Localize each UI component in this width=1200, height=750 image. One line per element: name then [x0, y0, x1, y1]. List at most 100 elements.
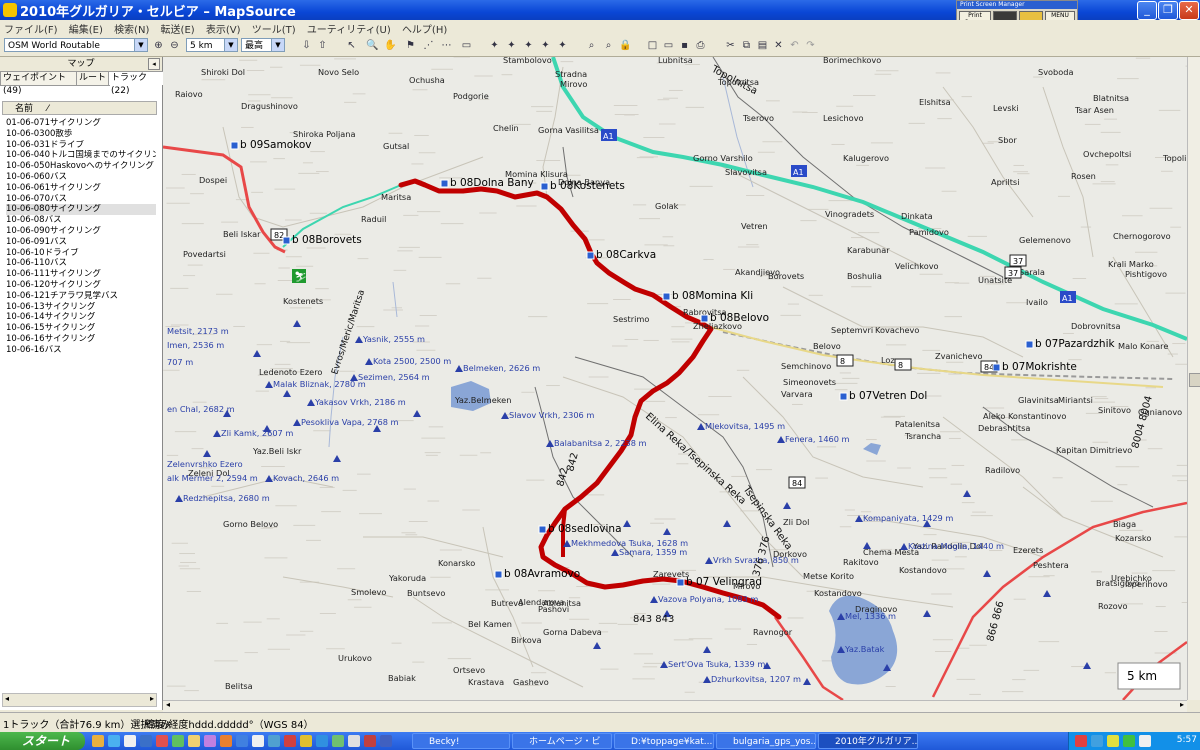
column-header-name[interactable]: 名前 ⁄	[2, 101, 157, 115]
menu-transfer[interactable]: 転送(E)	[157, 20, 199, 36]
tab-tracks[interactable]: トラック(22)	[108, 71, 164, 96]
quicklaunch-icon[interactable]	[124, 735, 136, 747]
track-list-item[interactable]: 10-06-080サイクリング	[6, 204, 156, 216]
track-list-item[interactable]: 10-06-090サイクリング	[6, 226, 156, 237]
track-list-item[interactable]: 10-06-070バス	[6, 194, 156, 205]
collapse-panel-icon[interactable]: ◂	[148, 58, 160, 70]
quicklaunch-icon[interactable]	[300, 735, 312, 747]
quicklaunch-icon[interactable]	[332, 735, 344, 747]
menu-tools[interactable]: ツール(T)	[248, 20, 300, 36]
quicklaunch-icon[interactable]	[252, 735, 264, 747]
track-list-item[interactable]: 10-06-040トルコ国境までのサイクリング	[6, 150, 156, 161]
waypoint-flag-icon[interactable]	[992, 363, 1001, 372]
lock-icon[interactable]: 🔒	[619, 39, 632, 52]
detail-select[interactable]: 最高 ▼	[241, 38, 285, 52]
quicklaunch-icon[interactable]	[204, 735, 216, 747]
quicklaunch-icon[interactable]	[220, 735, 232, 747]
task-homepage[interactable]: ホームページ・ビ	[512, 733, 612, 749]
menu-view[interactable]: 表示(V)	[202, 20, 245, 36]
close-button[interactable]: ✕	[1179, 1, 1199, 20]
paste-icon[interactable]: ▤	[756, 39, 769, 52]
map-view[interactable]: ⛷ Shiroki Dol Novo Selo Stambolovo Lubnitsa…	[163, 57, 1187, 700]
tab-waypoints[interactable]: ウェイポイント (49)	[0, 71, 78, 96]
tray-icon[interactable]	[1107, 735, 1119, 747]
menu-utility[interactable]: ユーティリティ(U)	[303, 20, 395, 36]
track-list-item[interactable]: 10-06-050Haskovoへのサイクリング	[6, 161, 156, 172]
track-list-item[interactable]: 10-06-10ドライブ	[6, 248, 156, 259]
track-list-item[interactable]: 10-06-091バス	[6, 237, 156, 248]
quicklaunch-icon[interactable]	[92, 735, 104, 747]
waypoint-flag-icon[interactable]	[839, 392, 848, 401]
quicklaunch-icon[interactable]	[108, 735, 120, 747]
menu-file[interactable]: ファイル(F)	[0, 20, 62, 36]
menu-help[interactable]: ヘルプ(H)	[398, 20, 451, 36]
copy-icon[interactable]: ⧉	[740, 39, 753, 52]
task-bulgaria-gps[interactable]: bulgaria_gps_yos...	[716, 733, 816, 749]
waypoint-flag-icon[interactable]	[230, 141, 239, 150]
open-icon[interactable]: ▭	[662, 39, 675, 52]
print-icon[interactable]: ⎙	[694, 39, 707, 52]
quicklaunch-icon[interactable]	[348, 735, 360, 747]
delete-icon[interactable]: ✕	[772, 39, 785, 52]
map-tool-2-icon[interactable]: ✦	[505, 39, 518, 52]
track-list-item[interactable]: 10-06-110バス	[6, 258, 156, 269]
track-list-item[interactable]: 10-06-14サイクリング	[6, 312, 156, 323]
menu-find[interactable]: 検索(N)	[110, 20, 153, 36]
waypoint-flag-icon[interactable]	[494, 570, 503, 579]
tab-routes[interactable]: ルート	[76, 71, 110, 86]
speaker-icon[interactable]	[1139, 735, 1151, 747]
task-mapsource[interactable]: 2010年グルガリア...	[818, 733, 918, 749]
route-tool-icon[interactable]: ⋰	[422, 39, 435, 52]
map-tool-5-icon[interactable]: ✦	[556, 39, 569, 52]
track-list-item[interactable]: 10-06-16サイクリング	[6, 334, 156, 345]
map-tab[interactable]: マップ	[0, 57, 162, 71]
zoom-out-icon[interactable]: ⊖	[168, 39, 181, 52]
map-tool-4-icon[interactable]: ✦	[539, 39, 552, 52]
track-list-item[interactable]: 10-06-15サイクリング	[6, 323, 156, 334]
track-list-item[interactable]: 10-06-13サイクリング	[6, 302, 156, 313]
map-canvas[interactable]: ⛷ Shiroki Dol Novo Selo Stambolovo Lubnitsa…	[163, 57, 1187, 700]
map-product-select[interactable]: OSM World Routable ▼	[4, 38, 148, 52]
track-list-item[interactable]: 10-06-120サイクリング	[6, 280, 156, 291]
quicklaunch-icon[interactable]	[140, 735, 152, 747]
scroll-left-icon[interactable]: ◂	[166, 700, 170, 709]
zoom-tool-icon[interactable]: 🔍	[366, 39, 379, 52]
quicklaunch-icon[interactable]	[156, 735, 168, 747]
waypoint-flag-icon[interactable]	[282, 236, 291, 245]
undo-icon[interactable]: ↶	[788, 39, 801, 52]
scroll-right-icon[interactable]: ▸	[1180, 700, 1184, 709]
tray-icon[interactable]	[1075, 735, 1087, 747]
vertical-scrollbar[interactable]	[1187, 57, 1200, 700]
waypoint-flag-icon[interactable]	[538, 525, 547, 534]
find-icon[interactable]: ⌕	[585, 39, 598, 52]
redo-icon[interactable]: ↷	[804, 39, 817, 52]
track-list-item[interactable]: 10-06-061サイクリング	[6, 183, 156, 194]
waypoint-flag-icon[interactable]	[1025, 340, 1034, 349]
quicklaunch-icon[interactable]	[380, 735, 392, 747]
track-list-item[interactable]: 10-06-031ドライブ	[6, 140, 156, 151]
tray-icon[interactable]	[1091, 735, 1103, 747]
track-list-item[interactable]: 10-06-08バス	[6, 215, 156, 226]
quicklaunch-icon[interactable]	[284, 735, 296, 747]
menu-edit[interactable]: 編集(E)	[65, 20, 107, 36]
start-button[interactable]: スタート	[0, 732, 85, 750]
scroll-left-icon[interactable]: ◂	[5, 694, 9, 703]
track-tool-icon[interactable]: ⋯	[440, 39, 453, 52]
receive-device-icon[interactable]: ⇩	[300, 39, 313, 52]
vertical-scroll-thumb[interactable]	[1189, 373, 1200, 387]
maximize-button[interactable]: ❐	[1158, 1, 1178, 20]
scroll-right-icon[interactable]: ▸	[150, 694, 154, 703]
new-icon[interactable]: □	[646, 39, 659, 52]
track-list-item[interactable]: 10-06-111サイクリング	[6, 269, 156, 280]
quicklaunch-icon[interactable]	[316, 735, 328, 747]
tray-icon[interactable]	[1123, 735, 1135, 747]
save-icon[interactable]: ▪	[678, 39, 691, 52]
waypoint-flag-icon[interactable]	[540, 182, 549, 191]
waypoint-flag-icon[interactable]	[700, 314, 709, 323]
track-list-item[interactable]: 10-06-0300散歩	[6, 129, 156, 140]
task-becky[interactable]: Becky!	[412, 733, 510, 749]
map-tool-1-icon[interactable]: ✦	[488, 39, 501, 52]
send-device-icon[interactable]: ⇧	[316, 39, 329, 52]
track-list-item[interactable]: 10-06-121チアラワ見学バス	[6, 291, 156, 302]
zoom-select[interactable]: 5 km ▼	[186, 38, 238, 52]
